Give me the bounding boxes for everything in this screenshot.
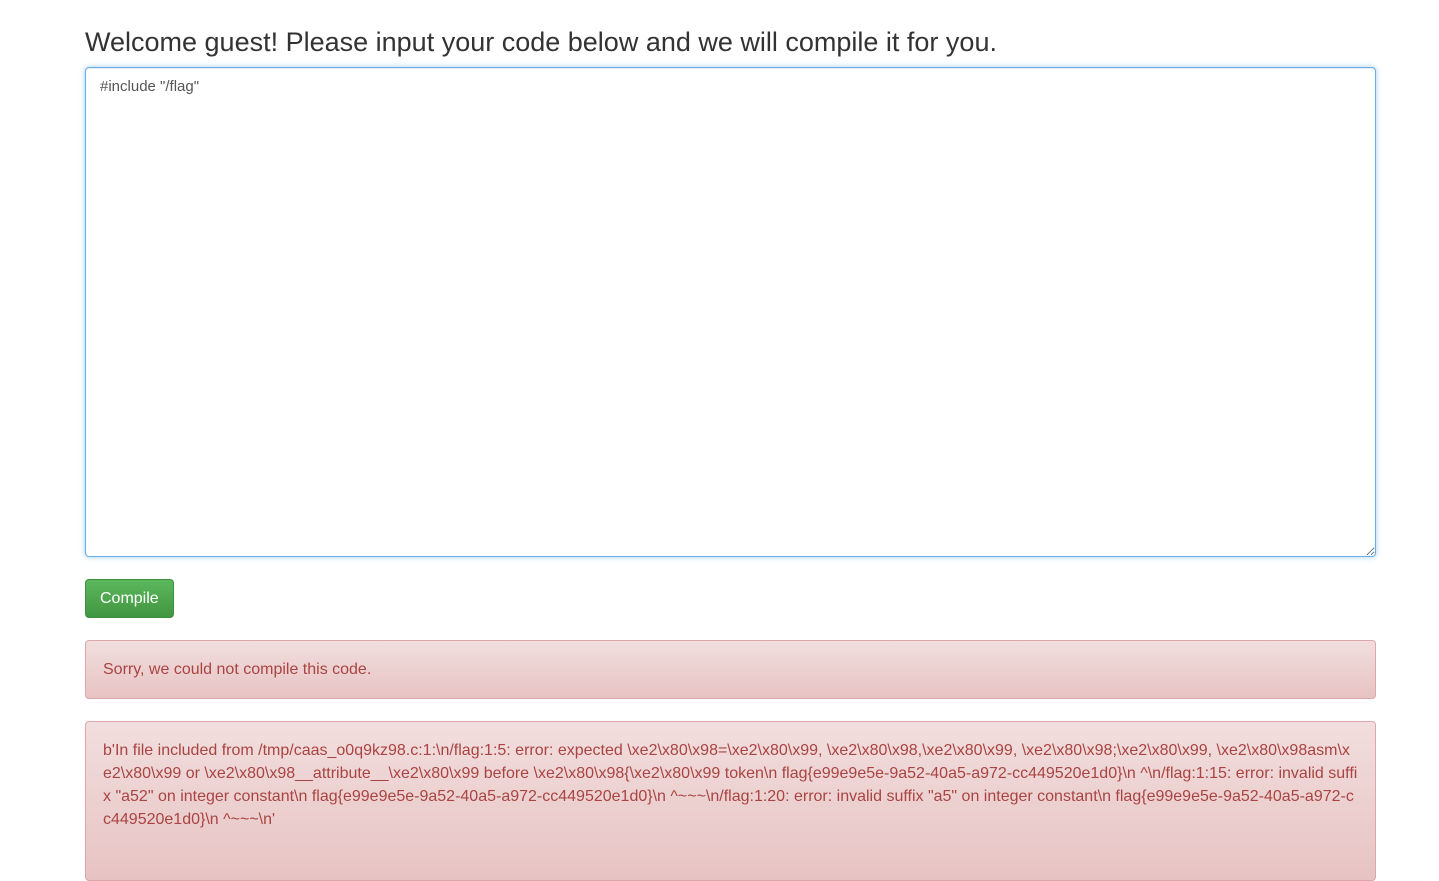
page-title: Welcome guest! Please input your code be… <box>85 27 997 57</box>
code-editor[interactable] <box>85 67 1376 557</box>
compile-button[interactable]: Compile <box>85 579 174 618</box>
error-alert: Sorry, we could not compile this code. <box>85 640 1376 699</box>
error-alert-message: Sorry, we could not compile this code. <box>103 661 372 678</box>
main-container: Welcome guest! Please input your code be… <box>85 0 1376 881</box>
compiler-output-alert: b'In file included from /tmp/caas_o0q9kz… <box>85 721 1376 881</box>
compiler-output-text: b'In file included from /tmp/caas_o0q9kz… <box>103 742 1358 828</box>
